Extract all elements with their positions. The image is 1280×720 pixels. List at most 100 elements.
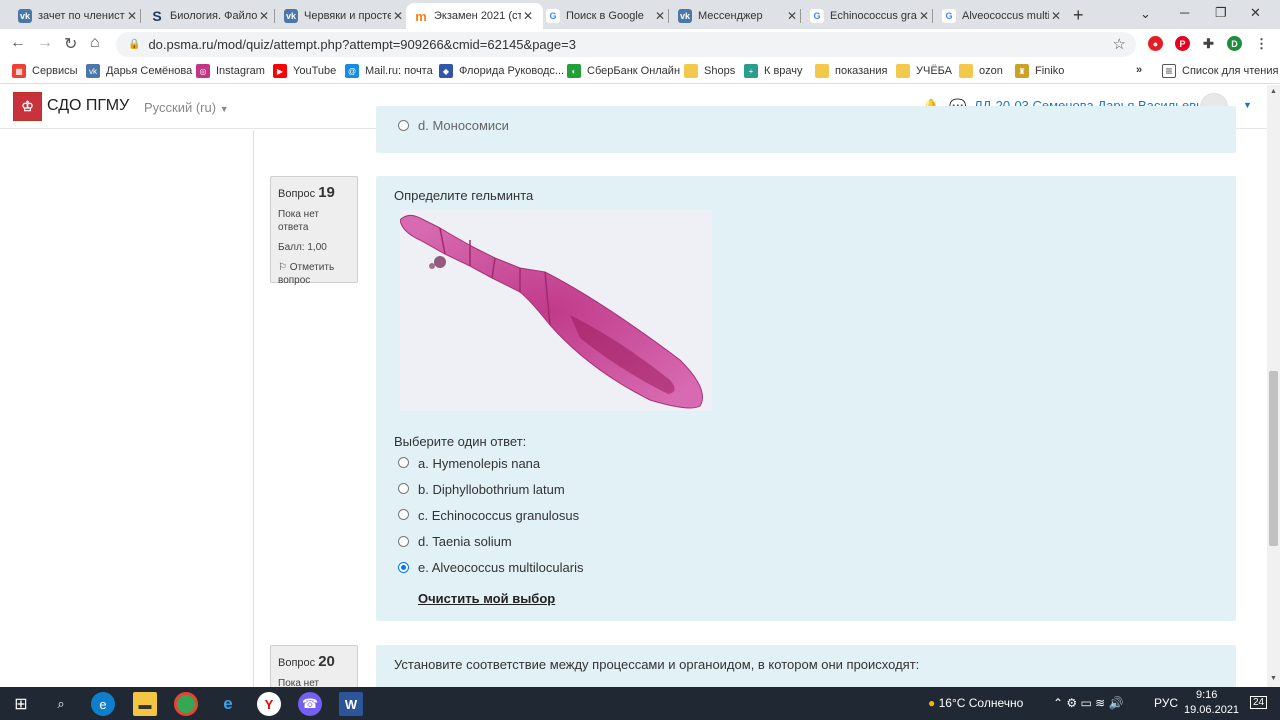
chrome-icon[interactable] [174, 692, 198, 716]
clock-time[interactable]: 9:16 [1196, 689, 1217, 701]
option-c-label[interactable]: c. Echinococcus granulosus [418, 508, 579, 523]
tab-search-icon[interactable]: ⌄ [1140, 6, 1151, 22]
bookmark-ozon[interactable]: ozon [959, 64, 1003, 78]
reading-list[interactable]: ≡ Список для чтения [1162, 64, 1278, 78]
tab-2[interactable]: S Биология. Файлообменник ✕ [142, 3, 279, 29]
studfiles-icon: S [152, 8, 162, 24]
scroll-down-icon[interactable]: ▼ [1270, 675, 1277, 682]
forward-icon[interactable]: → [37, 34, 53, 52]
file-explorer-icon[interactable]: ▬ [133, 692, 157, 716]
folder-icon [896, 64, 910, 78]
new-tab-button[interactable]: + [1073, 5, 1084, 26]
option-e-label[interactable]: e. Alveococcus multilocularis [418, 560, 583, 575]
option-b-label[interactable]: b. Diphyllobothrium latum [418, 482, 565, 497]
close-icon[interactable]: ✕ [785, 9, 799, 23]
page-scrollbar[interactable]: ▲ ▼ [1267, 85, 1280, 687]
bookmark-finiko[interactable]: ♜ Finiko [1015, 64, 1064, 78]
bookmark-mail[interactable]: @ Mail.ru: почта [345, 64, 433, 78]
pinterest-icon[interactable]: P [1175, 36, 1190, 51]
bookmark-readings[interactable]: показания [815, 64, 887, 78]
extensions-puzzle-icon[interactable]: ✚ [1201, 36, 1216, 51]
radio-option-b[interactable] [398, 483, 409, 494]
option-d-label[interactable]: d. Taenia solium [418, 534, 512, 549]
bookmark-instagram[interactable]: ◎ Instagram [196, 64, 265, 78]
word-icon[interactable]: W [339, 692, 363, 716]
maximize-button[interactable]: ❐ [1215, 5, 1227, 21]
tab-7[interactable]: G Echinococcus granulosus ✕ [802, 3, 939, 29]
search-icon[interactable]: ⌕ [49, 692, 73, 716]
notification-center-icon[interactable]: 24 [1250, 696, 1268, 709]
tab-title: Мессенджер [698, 10, 763, 22]
radio-option-a[interactable] [398, 457, 409, 468]
bookmark-shops[interactable]: Shops [684, 64, 735, 78]
question-info: Вопрос 19 Пока нет ответа Балл: 1,00 ⚐ О… [270, 176, 358, 286]
close-icon[interactable]: ✕ [125, 9, 139, 23]
back-icon[interactable]: ← [10, 34, 26, 52]
question-score: Балл: 1,00 [278, 242, 327, 253]
radio-option-d[interactable] [398, 536, 409, 547]
helminth-image [399, 210, 712, 411]
tab-3[interactable]: vk Червяки и простейшие ✕ [276, 3, 413, 29]
profile-avatar[interactable]: D [1227, 36, 1242, 51]
question-content-20: Установите соответствие между процессами… [376, 645, 1236, 690]
close-icon[interactable]: ✕ [917, 9, 931, 23]
scroll-up-icon[interactable]: ▲ [1270, 88, 1277, 95]
mail-icon: @ [345, 64, 359, 78]
user-menu-caret-icon[interactable]: ▼ [1243, 100, 1252, 110]
bookmark-study[interactable]: УЧЁБА [896, 64, 952, 78]
tab-6[interactable]: vk Мессенджер ✕ [670, 3, 807, 29]
site-name[interactable]: СДО ПГМУ [47, 97, 129, 115]
radio-option-c[interactable] [398, 509, 409, 520]
more-bookmarks-button[interactable]: » [1136, 64, 1142, 76]
edge-icon[interactable]: e [91, 692, 115, 716]
internet-explorer-icon[interactable]: e [216, 692, 240, 716]
window-close-button[interactable]: ✕ [1250, 5, 1261, 21]
clear-choice-link[interactable]: Очистить мой выбор [418, 591, 555, 606]
tab-4-active[interactable]: m Экзамен 2021 (страница 4) ✕ [406, 3, 543, 29]
folder-icon [815, 64, 829, 78]
site-logo[interactable]: ♔ [13, 92, 42, 121]
viber-icon[interactable]: ☎ [298, 692, 322, 716]
flag-question-link[interactable]: ⚐ Отметить вопрос [278, 261, 350, 287]
minimize-button[interactable]: ─ [1180, 5, 1189, 20]
tray-icons[interactable]: ⌃ ⚙ ▭ ≋ 🔊 [1053, 696, 1123, 710]
windows-start-icon[interactable]: ⊞ [9, 692, 33, 716]
close-icon[interactable]: ✕ [391, 9, 405, 23]
tab-title: Alveococcus multilocularis [962, 10, 1049, 22]
home-icon[interactable]: ⌂ [90, 34, 100, 52]
radio-option-e-selected[interactable] [398, 562, 409, 573]
scroll-thumb[interactable] [1269, 371, 1278, 546]
close-icon[interactable]: ✕ [653, 9, 667, 23]
yandex-browser-icon[interactable]: Y [257, 692, 281, 716]
tab-title: Червяки и простейшие [304, 10, 391, 22]
clock-date[interactable]: 19.06.2021 [1184, 704, 1239, 716]
google-icon: G [546, 9, 560, 23]
bookmark-star-icon[interactable]: ☆ [1113, 35, 1126, 53]
bookmark-doctor[interactable]: + К врачу [744, 64, 803, 78]
windows-taskbar: ⊞ ⌕ e ▬ e Y ☎ W ● 16°C Солнечно ⌃ ⚙ ▭ ≋ … [0, 687, 1280, 720]
bookmark-youtube[interactable]: ▶ YouTube [273, 64, 336, 78]
question-text: Установите соответствие между процессами… [394, 657, 920, 672]
close-icon[interactable]: ✕ [521, 9, 535, 23]
language-menu[interactable]: Русский (ru) ▼ [144, 100, 229, 115]
flag-icon: ⚐ [278, 262, 287, 273]
reload-icon[interactable]: ↻ [64, 34, 77, 54]
bookmark-florida[interactable]: ◆ Флорида Руководс... [439, 64, 564, 78]
adblock-icon[interactable]: ● [1148, 36, 1163, 51]
weather-widget[interactable]: ● 16°C Солнечно [928, 696, 1023, 710]
option-a-label[interactable]: a. Hymenolepis nana [418, 456, 540, 471]
menu-kebab-icon[interactable]: ⋮ [1254, 36, 1269, 51]
bookmark-vk[interactable]: vk Дарья Семёнова [86, 64, 192, 78]
google-icon: G [810, 9, 824, 23]
bookmark-apps[interactable]: ▦ Сервисы [12, 64, 78, 78]
vk-icon: vk [86, 64, 100, 78]
close-icon[interactable]: ✕ [1049, 9, 1063, 23]
tab-8[interactable]: G Alveococcus multilocularis ✕ [934, 3, 1071, 29]
address-bar[interactable]: 🔒 do.psma.ru/mod/quiz/attempt.php?attemp… [116, 32, 1136, 57]
close-icon[interactable]: ✕ [257, 9, 271, 23]
radio-button[interactable] [398, 120, 409, 131]
input-language[interactable]: РУС [1154, 696, 1178, 710]
tab-5[interactable]: G Поиск в Google ✕ [538, 3, 675, 29]
tab-1[interactable]: vk зачет по членистоногим ✕ [10, 3, 147, 29]
bookmark-sber[interactable]: ◐ СберБанк Онлайн [567, 64, 680, 78]
